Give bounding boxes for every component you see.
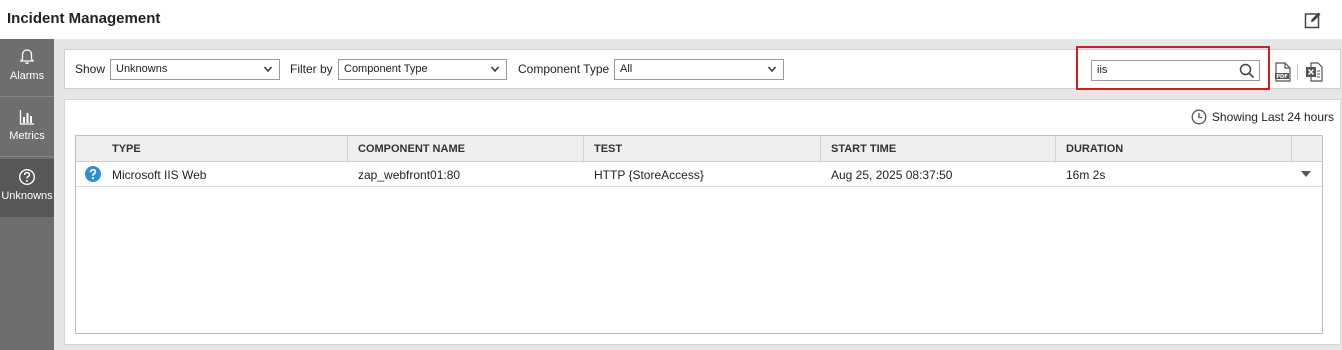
search-highlight: iis bbox=[1076, 46, 1270, 90]
sidebar-item-unknowns[interactable]: Unknowns bbox=[0, 159, 54, 217]
table-row[interactable]: Microsoft IIS Web zap_webfront01:80 HTTP… bbox=[76, 162, 1322, 187]
time-range-indicator: Showing Last 24 hours bbox=[1191, 109, 1334, 125]
main-content: Show Unknowns Filter by Component Type C… bbox=[54, 39, 1342, 350]
show-select[interactable]: Unknowns bbox=[110, 59, 280, 80]
component-type-label: Component Type bbox=[518, 62, 610, 76]
unknown-status-icon bbox=[85, 166, 101, 182]
column-header-type[interactable]: TYPE bbox=[102, 136, 348, 161]
sidebar-item-metrics[interactable]: Metrics bbox=[0, 99, 54, 157]
chevron-down-icon bbox=[263, 66, 273, 73]
filter-by-select-value: Component Type bbox=[344, 63, 428, 75]
filter-by-select[interactable]: Component Type bbox=[338, 59, 507, 80]
pdf-export-icon[interactable]: PDF bbox=[1274, 62, 1292, 82]
column-header-component-name[interactable]: COMPONENT NAME bbox=[348, 136, 584, 161]
component-type-select[interactable]: All bbox=[614, 59, 784, 80]
sidebar-item-label: Unknowns bbox=[1, 190, 53, 202]
incident-table: TYPE COMPONENT NAME TEST START TIME DURA… bbox=[75, 135, 1323, 334]
column-header-duration[interactable]: DURATION bbox=[1056, 136, 1292, 161]
page-title: Incident Management bbox=[7, 10, 161, 27]
time-range-text: Showing Last 24 hours bbox=[1211, 110, 1334, 124]
show-label: Show bbox=[75, 62, 106, 76]
cell-component-name: zap_webfront01:80 bbox=[358, 168, 461, 182]
clock-icon bbox=[1191, 109, 1207, 125]
question-circle-icon bbox=[18, 168, 36, 186]
bell-icon bbox=[19, 49, 35, 65]
excel-export-icon[interactable] bbox=[1305, 62, 1323, 82]
cell-type: Microsoft IIS Web bbox=[112, 168, 207, 182]
chevron-down-icon bbox=[490, 66, 500, 73]
sidebar-item-alarms[interactable]: Alarms bbox=[0, 39, 54, 97]
chevron-down-icon bbox=[767, 66, 777, 73]
column-header-start-time[interactable]: START TIME bbox=[821, 136, 1056, 161]
show-select-value: Unknowns bbox=[116, 63, 168, 75]
incident-panel: Showing Last 24 hours TYPE COMPONENT NAM… bbox=[64, 99, 1341, 345]
title-bar: Incident Management bbox=[0, 0, 1342, 39]
search-input-value: iis bbox=[1097, 64, 1108, 76]
edit-icon[interactable] bbox=[1304, 11, 1322, 29]
sidebar-item-label: Alarms bbox=[9, 70, 45, 82]
expand-row-icon[interactable] bbox=[1301, 171, 1311, 178]
cell-start-time: Aug 25, 2025 08:37:50 bbox=[831, 168, 953, 182]
column-header-test[interactable]: TEST bbox=[584, 136, 821, 161]
bar-chart-icon bbox=[19, 110, 34, 125]
cell-test: HTTP {StoreAccess} bbox=[594, 168, 704, 182]
search-input[interactable]: iis bbox=[1091, 60, 1260, 81]
table-header: TYPE COMPONENT NAME TEST START TIME DURA… bbox=[76, 136, 1322, 162]
sidebar: Alarms Metrics Unknowns bbox=[0, 39, 54, 350]
svg-text:PDF: PDF bbox=[1276, 74, 1287, 80]
component-type-select-value: All bbox=[620, 63, 633, 75]
sidebar-item-label: Metrics bbox=[9, 130, 45, 142]
cell-duration: 16m 2s bbox=[1066, 168, 1106, 182]
filter-by-label: Filter by bbox=[290, 62, 333, 76]
search-icon[interactable] bbox=[1239, 63, 1255, 79]
